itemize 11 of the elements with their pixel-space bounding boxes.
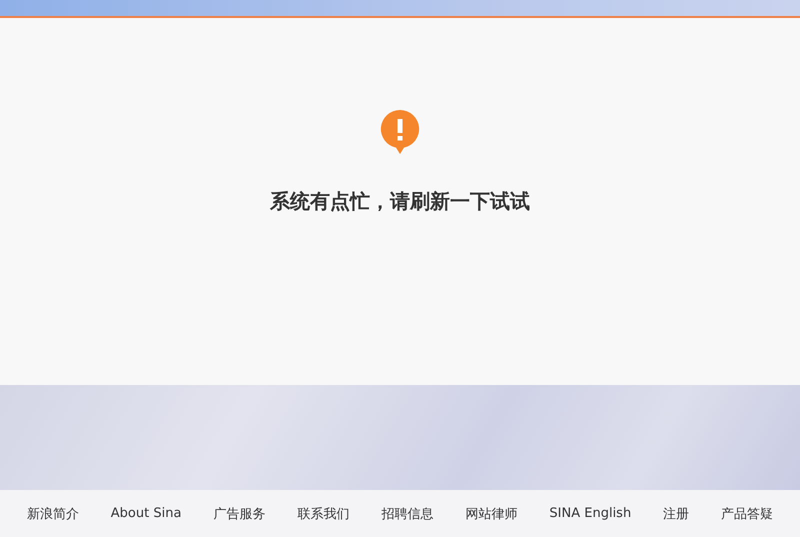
footer-link[interactable]: 联系我们 [281,504,366,522]
footer-link[interactable]: 产品答疑 [705,504,790,522]
footer-link[interactable]: 注册 [647,504,706,522]
footer-link[interactable]: 网站律师 [449,504,534,522]
footer-link[interactable]: About Sina [94,506,198,521]
footer-link[interactable]: 广告服务 [197,504,282,522]
footer-link[interactable]: 招聘信息 [365,504,450,522]
error-message: 系统有点忙，请刷新一下试试 [270,188,530,215]
footer-link[interactable]: 新浪简介 [10,504,95,522]
footer-link[interactable]: SINA English [533,506,648,521]
warning-icon [380,110,420,154]
